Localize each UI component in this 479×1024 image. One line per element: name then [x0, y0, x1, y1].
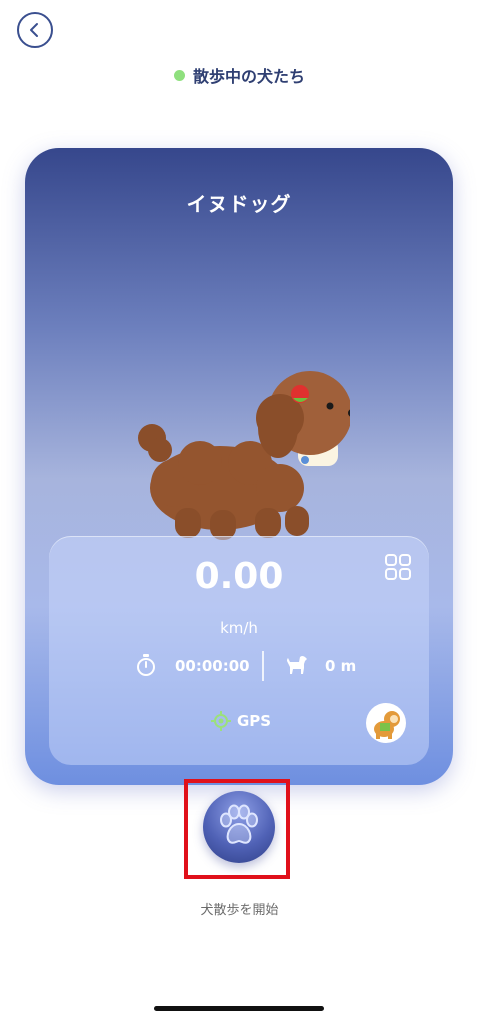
speed-value: 0.00	[194, 556, 284, 597]
gps-target-icon	[211, 711, 231, 731]
start-walk-label: 犬散歩を開始	[200, 903, 279, 918]
stopwatch-icon	[137, 654, 155, 676]
start-walk-button[interactable]	[203, 791, 275, 863]
stat-divider	[262, 651, 264, 681]
dog-illustration	[138, 371, 350, 540]
stat-row: 00:00:00 0 m	[49, 651, 429, 681]
dog-name: イヌドッグ	[186, 192, 292, 216]
distance-value: 0 m	[325, 657, 357, 675]
dog-icon	[287, 656, 307, 674]
start-walk-highlight	[184, 779, 290, 879]
back-button[interactable]	[17, 12, 53, 48]
chevron-left-icon	[30, 23, 38, 37]
status-dot	[173, 69, 185, 81]
home-indicator[interactable]	[154, 1006, 324, 1011]
gps-label: GPS	[237, 712, 272, 730]
dog-avatar-image	[374, 711, 400, 739]
speed-unit: km/h	[220, 619, 258, 637]
page-title: 散歩中の犬たち	[0, 63, 479, 87]
elapsed-time: 00:00:00	[175, 657, 250, 675]
dog-avatar-button[interactable]	[366, 703, 406, 743]
paw-icon	[220, 804, 258, 844]
dog-card: イヌドッグ 0.00 km/h 00:00:00 0 m GPS	[25, 148, 453, 785]
gps-indicator: GPS	[211, 711, 271, 731]
stats-panel: 0.00 km/h 00:00:00 0 m GPS	[49, 536, 429, 765]
page-title-text: 散歩中の犬たち	[192, 67, 305, 86]
